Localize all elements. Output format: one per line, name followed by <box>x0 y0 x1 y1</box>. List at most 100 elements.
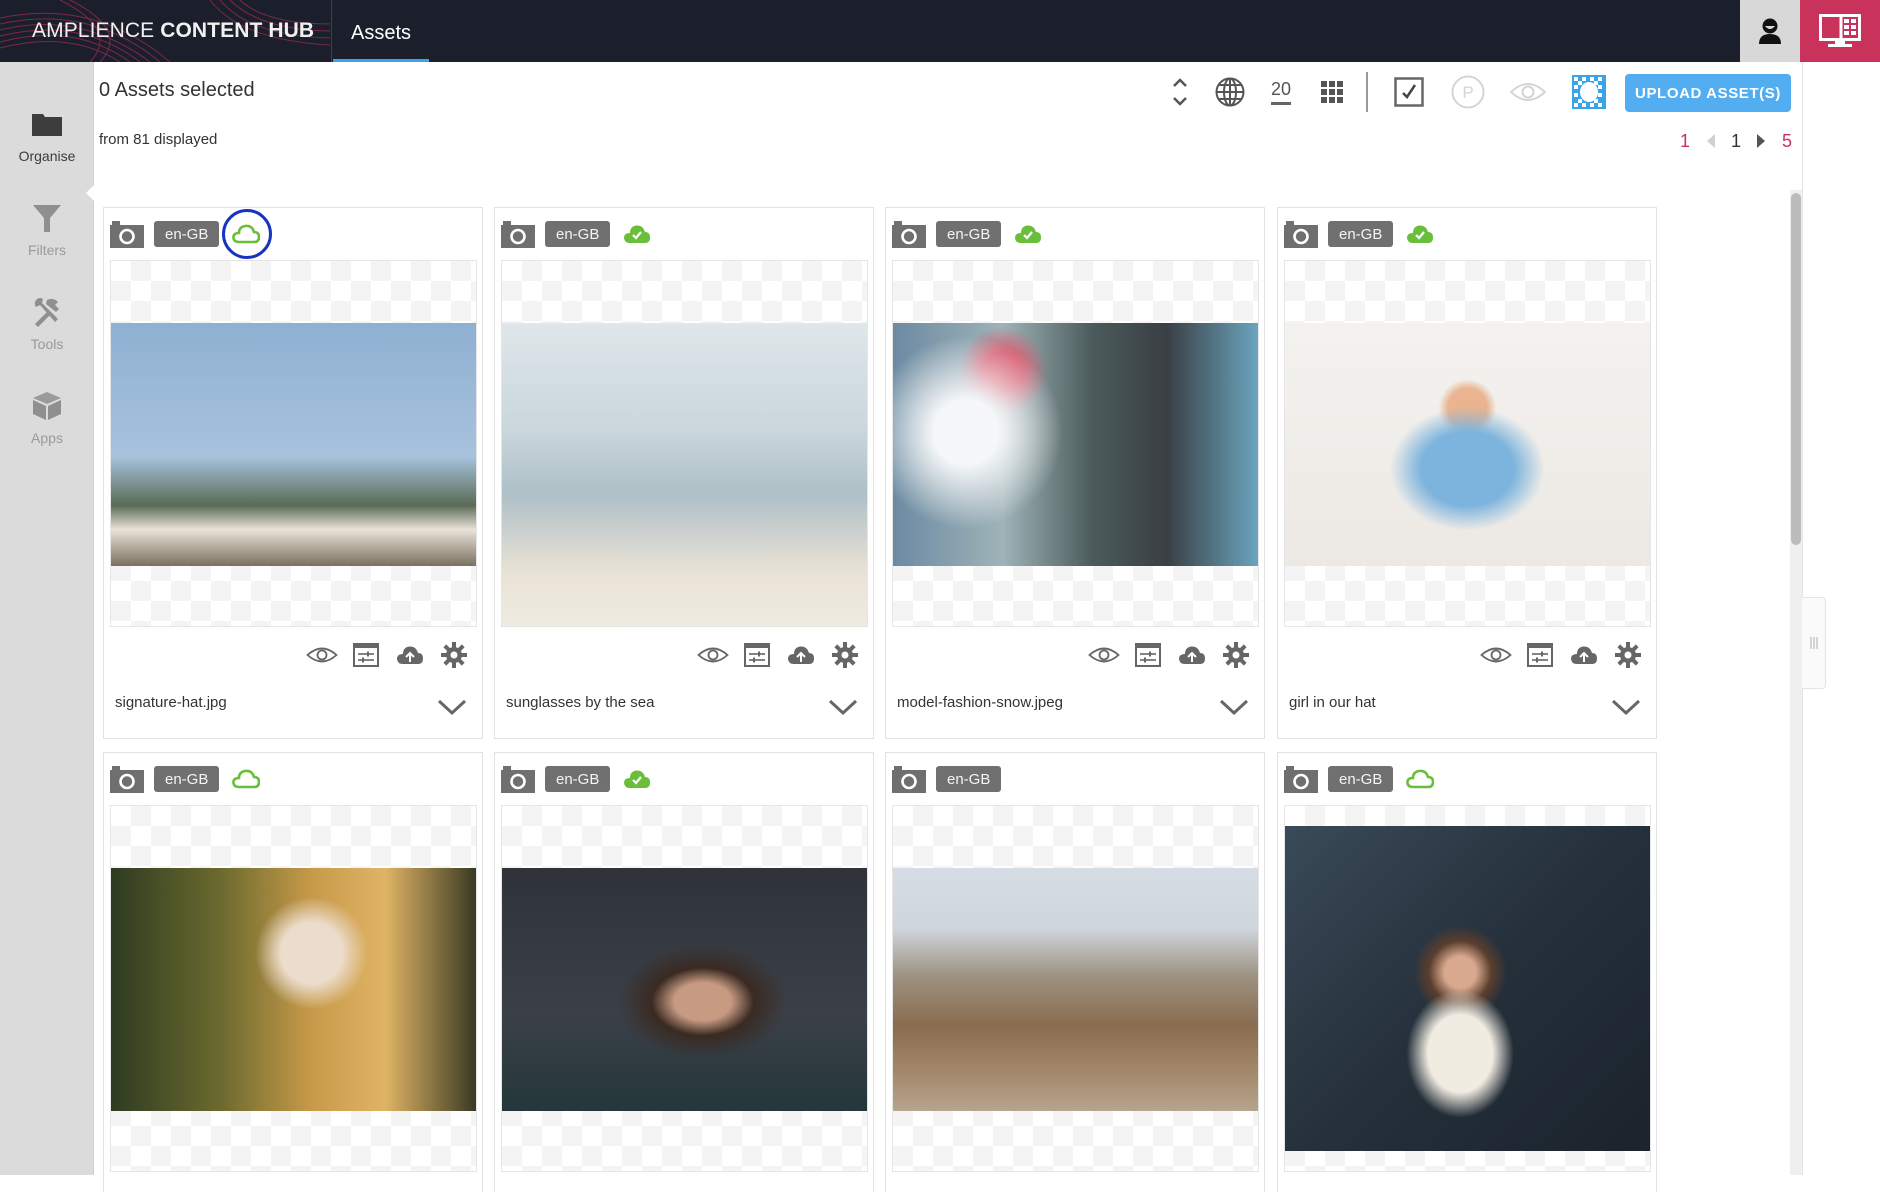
edit-properties-button[interactable] <box>1132 640 1164 670</box>
asset-thumbnail[interactable] <box>501 260 868 627</box>
preview-asset-button[interactable] <box>1088 640 1120 670</box>
expand-asset-details-button[interactable] <box>1610 696 1642 718</box>
asset-thumbnail[interactable] <box>1284 805 1651 1172</box>
upload-assets-button[interactable]: UPLOAD ASSET(S) <box>1625 74 1791 112</box>
publish-status-indicator <box>622 765 652 793</box>
scrollbar-thumb[interactable] <box>1791 193 1801 545</box>
asset-thumbnail[interactable] <box>110 260 477 627</box>
asset-thumbnail[interactable] <box>501 805 868 1172</box>
publish-asset-button[interactable] <box>1568 640 1600 670</box>
sidebar-item-organise[interactable]: Organise <box>0 106 94 186</box>
publish-button[interactable]: P <box>1450 74 1486 110</box>
asset-settings-button[interactable] <box>438 640 470 670</box>
tools-icon <box>34 298 59 327</box>
asset-card[interactable]: en-GB girl in our hat <box>1277 207 1657 739</box>
user-account-button[interactable] <box>1740 0 1800 62</box>
publish-asset-button[interactable] <box>1176 640 1208 670</box>
page-size-selector[interactable]: 20 <box>1266 74 1296 110</box>
asset-card[interactable]: en-GB model-fashion-snow.jpeg <box>885 207 1265 739</box>
asset-thumbnail[interactable] <box>892 260 1259 627</box>
globe-icon <box>1215 77 1245 107</box>
asset-thumbnail[interactable] <box>1284 260 1651 627</box>
sidebar-item-label: Tools <box>30 336 64 352</box>
asset-card-header: en-GB <box>892 763 1002 795</box>
side-drawer-handle[interactable] <box>1802 597 1826 689</box>
publish-asset-button[interactable] <box>394 640 426 670</box>
cloud-check-icon <box>624 770 651 788</box>
folder-icon <box>32 114 62 136</box>
asset-settings-button[interactable] <box>1220 640 1252 670</box>
sliders-panel-icon <box>1135 643 1161 667</box>
asset-thumbnail[interactable] <box>110 805 477 1172</box>
sidebar-item-filters[interactable]: Filters <box>0 200 94 280</box>
topbar-divider <box>331 0 332 62</box>
asset-card[interactable]: en-GB <box>494 752 874 1192</box>
next-page-arrow-icon[interactable] <box>1757 134 1766 148</box>
asset-image <box>1285 826 1650 1151</box>
monitor-grid-icon <box>1819 14 1861 47</box>
asset-card-header: en-GB <box>110 763 261 795</box>
cloud-check-icon <box>1015 225 1042 243</box>
asset-image <box>502 868 867 1111</box>
edit-properties-button[interactable] <box>350 640 382 670</box>
sidebar-item-label: Organise <box>18 148 76 164</box>
asset-card[interactable]: en-GB <box>103 752 483 1192</box>
asset-card[interactable]: en-GB <box>1277 752 1657 1192</box>
expand-asset-details-button[interactable] <box>827 696 859 718</box>
asset-card[interactable]: en-GB sunglasses by the sea <box>494 207 874 739</box>
asset-image <box>502 323 867 626</box>
camera-icon <box>892 765 926 793</box>
select-all-button[interactable] <box>1392 74 1426 110</box>
asset-name: sunglasses by the sea <box>506 694 655 711</box>
asset-settings-button[interactable] <box>829 640 861 670</box>
transparency-checker-icon <box>1572 75 1606 109</box>
dashboard-switcher-button[interactable] <box>1800 0 1880 62</box>
expand-asset-details-button[interactable] <box>436 696 468 718</box>
locale-badge: en-GB <box>936 221 1002 247</box>
transparency-toggle-button[interactable] <box>1572 74 1606 110</box>
active-tab-indicator <box>333 59 429 62</box>
eye-icon <box>1480 647 1512 663</box>
asset-name: signature-hat.jpg <box>115 694 227 711</box>
asset-card-actions <box>1480 640 1644 670</box>
preview-button[interactable] <box>1508 74 1548 110</box>
camera-icon <box>110 220 144 248</box>
asset-card-header: en-GB <box>892 218 1043 250</box>
asset-card[interactable]: en-GB <box>885 752 1265 1192</box>
grid-icon <box>1321 81 1343 103</box>
user-icon <box>1759 18 1781 44</box>
sidebar-item-apps[interactable]: Apps <box>0 388 94 468</box>
preview-asset-button[interactable] <box>306 640 338 670</box>
locale-button[interactable] <box>1212 74 1248 110</box>
asset-settings-button[interactable] <box>1612 640 1644 670</box>
first-page-link[interactable]: 1 <box>1680 131 1690 152</box>
asset-card-actions <box>697 640 861 670</box>
left-sidebar: Organise Filters Tools Apps <box>0 62 96 1175</box>
publish-status-indicator <box>622 220 652 248</box>
cloud-upload-icon <box>788 646 814 664</box>
tab-assets[interactable]: Assets <box>333 0 429 62</box>
grid-view-button[interactable] <box>1318 74 1346 110</box>
asset-card-header: en-GB <box>110 209 273 259</box>
preview-asset-button[interactable] <box>1480 640 1512 670</box>
edit-properties-button[interactable] <box>1524 640 1556 670</box>
asset-card[interactable]: en-GB signature-hat.jpg <box>103 207 483 739</box>
camera-icon <box>501 765 535 793</box>
asset-name: model-fashion-snow.jpeg <box>897 694 1063 711</box>
sort-toggle-button[interactable] <box>1166 74 1194 110</box>
svg-text:P: P <box>1462 83 1473 102</box>
sidebar-item-tools[interactable]: Tools <box>0 294 94 374</box>
preview-asset-button[interactable] <box>697 640 729 670</box>
publish-asset-button[interactable] <box>785 640 817 670</box>
expand-asset-details-button[interactable] <box>1218 696 1250 718</box>
last-page-link[interactable]: 5 <box>1782 131 1792 152</box>
camera-icon <box>501 220 535 248</box>
camera-icon <box>1284 220 1318 248</box>
chevron-down-icon <box>1611 699 1641 716</box>
brand-name-bold: CONTENT HUB <box>160 19 315 42</box>
previous-page-arrow-icon[interactable] <box>1706 134 1715 148</box>
locale-badge: en-GB <box>154 766 220 792</box>
sliders-panel-icon <box>744 643 770 667</box>
edit-properties-button[interactable] <box>741 640 773 670</box>
asset-thumbnail[interactable] <box>892 805 1259 1172</box>
